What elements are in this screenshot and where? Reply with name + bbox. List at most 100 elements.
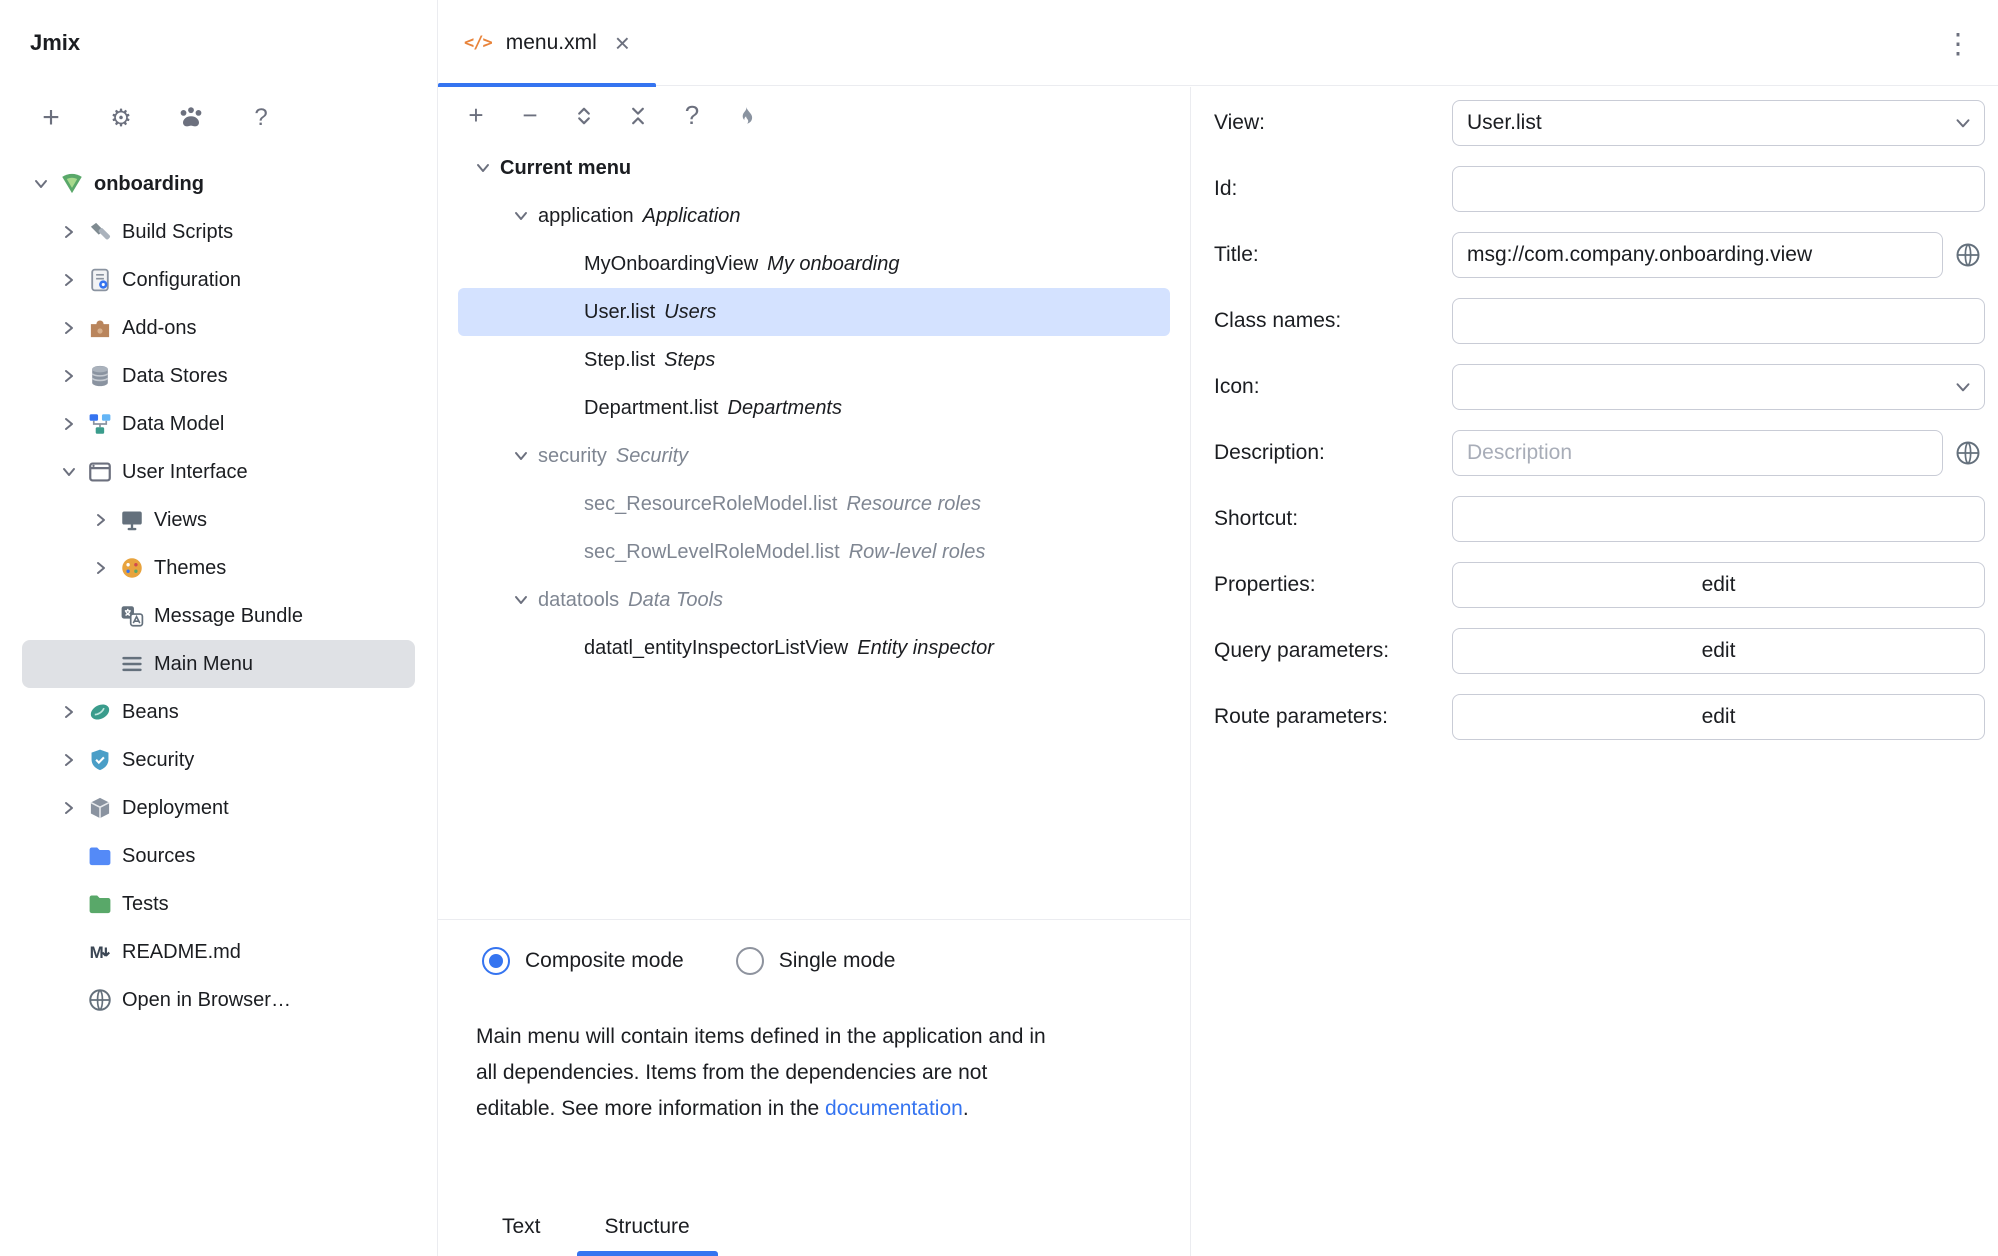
collapse-all-icon[interactable] bbox=[618, 96, 658, 136]
single-mode-option[interactable]: Single mode bbox=[736, 947, 896, 975]
sidebar-item-views[interactable]: Views bbox=[22, 496, 415, 544]
menu-item-my-onboarding-view[interactable]: MyOnboardingView My onboarding bbox=[458, 240, 1170, 288]
menu-item-resource-role[interactable]: sec_ResourceRoleModel.list Resource role… bbox=[458, 480, 1170, 528]
add-item-icon[interactable]: + bbox=[456, 96, 496, 136]
sidebar-item-message-bundle[interactable]: Message Bundle bbox=[22, 592, 415, 640]
chevron-right-icon[interactable] bbox=[88, 507, 114, 533]
sidebar-item-themes[interactable]: Themes bbox=[22, 544, 415, 592]
chevron-right-icon[interactable] bbox=[56, 219, 82, 245]
sidebar-item-label: Beans bbox=[122, 701, 179, 724]
sidebar-item-readme[interactable]: M README.md bbox=[22, 928, 415, 976]
menu-item-step-list[interactable]: Step.list Steps bbox=[458, 336, 1170, 384]
view-label: View: bbox=[1214, 111, 1452, 135]
chevron-down-icon[interactable] bbox=[1952, 112, 1974, 134]
sidebar-item-configuration[interactable]: Configuration bbox=[22, 256, 415, 304]
radio-unselected-icon[interactable] bbox=[736, 947, 764, 975]
menu-root[interactable]: Current menu bbox=[458, 144, 1170, 192]
add-icon[interactable]: + bbox=[34, 101, 68, 135]
chevron-spacer bbox=[56, 843, 82, 869]
chevron-right-icon[interactable] bbox=[56, 747, 82, 773]
chevron-down-icon[interactable] bbox=[508, 203, 534, 229]
sidebar-item-security[interactable]: Security bbox=[22, 736, 415, 784]
composite-mode-option[interactable]: Composite mode bbox=[482, 947, 684, 975]
chevron-down-icon[interactable] bbox=[508, 443, 534, 469]
chevron-right-icon[interactable] bbox=[56, 795, 82, 821]
sidebar-item-onboarding[interactable]: onboarding bbox=[22, 160, 415, 208]
view-select[interactable]: User.list bbox=[1452, 100, 1985, 146]
sidebar-item-sources[interactable]: Sources bbox=[22, 832, 415, 880]
gear-icon[interactable]: ⚙ bbox=[104, 101, 138, 135]
globe-icon bbox=[86, 986, 114, 1014]
route-parameters-edit-button[interactable]: edit bbox=[1452, 694, 1985, 740]
chevron-right-icon[interactable] bbox=[56, 699, 82, 725]
sidebar-item-main-menu[interactable]: Main Menu bbox=[22, 640, 415, 688]
sidebar-item-deployment[interactable]: Deployment bbox=[22, 784, 415, 832]
configuration-icon bbox=[86, 266, 114, 294]
query-parameters-edit-button[interactable]: edit bbox=[1452, 628, 1985, 674]
menu-item-department-list[interactable]: Department.list Departments bbox=[458, 384, 1170, 432]
menu-item-entity-inspector[interactable]: datatl_entityInspectorListView Entity in… bbox=[458, 624, 1170, 672]
chevron-right-icon[interactable] bbox=[88, 555, 114, 581]
documentation-link[interactable]: documentation bbox=[825, 1097, 963, 1120]
menu-item-security[interactable]: security Security bbox=[458, 432, 1170, 480]
sidebar-item-beans[interactable]: Beans bbox=[22, 688, 415, 736]
editor-bottom-tabs: Text Structure bbox=[438, 1198, 1190, 1256]
globe-icon[interactable] bbox=[1951, 241, 1985, 269]
query-parameters-label: Query parameters: bbox=[1214, 639, 1452, 663]
sidebar-item-add-ons[interactable]: Add-ons bbox=[22, 304, 415, 352]
paw-icon[interactable] bbox=[174, 101, 208, 135]
globe-icon[interactable] bbox=[1951, 439, 1985, 467]
chevron-right-icon[interactable] bbox=[56, 315, 82, 341]
help-icon[interactable]: ? bbox=[244, 101, 278, 135]
translate-icon bbox=[118, 602, 146, 630]
close-icon[interactable]: × bbox=[615, 30, 630, 56]
jmix-logo-icon bbox=[58, 170, 86, 198]
sidebar-item-data-stores[interactable]: Data Stores bbox=[22, 352, 415, 400]
package-icon bbox=[86, 794, 114, 822]
menu-item-name: User.list bbox=[584, 301, 655, 324]
chevron-right-icon[interactable] bbox=[56, 411, 82, 437]
tab-menu-xml[interactable]: </> menu.xml × bbox=[438, 0, 656, 86]
help-icon[interactable]: ? bbox=[672, 96, 712, 136]
menu-item-caption: Security bbox=[616, 445, 688, 468]
sidebar-item-label: Tests bbox=[122, 893, 169, 916]
id-input[interactable] bbox=[1467, 177, 1970, 201]
chevron-right-icon[interactable] bbox=[56, 267, 82, 293]
chevron-right-icon[interactable] bbox=[56, 363, 82, 389]
icon-select[interactable] bbox=[1452, 364, 1985, 410]
title-input[interactable] bbox=[1467, 243, 1928, 267]
chevron-down-icon[interactable] bbox=[28, 171, 54, 197]
menu-item-user-list[interactable]: User.list Users bbox=[458, 288, 1170, 336]
expand-all-icon[interactable] bbox=[564, 96, 604, 136]
add-ons-icon bbox=[86, 314, 114, 342]
sidebar-item-build-scripts[interactable]: Build Scripts bbox=[22, 208, 415, 256]
ide-window: Jmix + ⚙ ? onboarding Build Scripts bbox=[0, 0, 1998, 1256]
menu-item-row-level-role[interactable]: sec_RowLevelRoleModel.list Row-level rol… bbox=[458, 528, 1170, 576]
chevron-down-icon[interactable] bbox=[56, 459, 82, 485]
chevron-down-icon[interactable] bbox=[508, 587, 534, 613]
properties-edit-button[interactable]: edit bbox=[1452, 562, 1985, 608]
chevron-down-icon[interactable] bbox=[470, 155, 496, 181]
radio-selected-icon[interactable] bbox=[482, 947, 510, 975]
sidebar-item-user-interface[interactable]: User Interface bbox=[22, 448, 415, 496]
chevron-down-icon[interactable] bbox=[1952, 376, 1974, 398]
database-icon bbox=[86, 362, 114, 390]
class-names-input[interactable] bbox=[1467, 309, 1970, 333]
tab-structure[interactable]: Structure bbox=[577, 1198, 718, 1256]
sidebar-item-tests[interactable]: Tests bbox=[22, 880, 415, 928]
sidebar-item-label: Message Bundle bbox=[154, 605, 303, 628]
flame-icon[interactable] bbox=[726, 96, 766, 136]
description-input[interactable] bbox=[1467, 441, 1928, 465]
shortcut-input[interactable] bbox=[1467, 507, 1970, 531]
remove-item-icon[interactable]: − bbox=[510, 96, 550, 136]
sidebar-item-open-in-browser[interactable]: Open in Browser… bbox=[22, 976, 415, 1024]
properties-label: Properties: bbox=[1214, 573, 1452, 597]
shortcut-field-wrap bbox=[1452, 496, 1985, 542]
sidebar-item-data-model[interactable]: Data Model bbox=[22, 400, 415, 448]
menu-item-application[interactable]: application Application bbox=[458, 192, 1170, 240]
tab-text[interactable]: Text bbox=[474, 1198, 569, 1256]
palette-icon bbox=[118, 554, 146, 582]
kebab-menu-icon[interactable]: ⋮ bbox=[1944, 0, 1972, 86]
menu-designer: + − ? Current menu application Applicati… bbox=[438, 87, 1191, 1256]
menu-item-datatools[interactable]: datatools Data Tools bbox=[458, 576, 1170, 624]
